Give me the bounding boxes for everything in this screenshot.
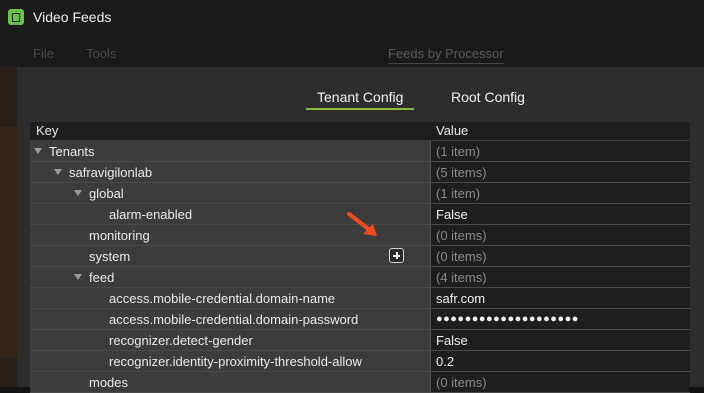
- config-tree-grid: Key Value Tenants (1 item) safravigilonl…: [30, 122, 690, 393]
- tree-row-global[interactable]: global (1 item): [30, 183, 690, 204]
- row-key: recognizer.identity-proximity-threshold-…: [109, 354, 362, 369]
- row-value-password[interactable]: ●●●●●●●●●●●●●●●●●●●●: [436, 313, 579, 325]
- row-value[interactable]: 0.2: [436, 354, 454, 369]
- row-value[interactable]: False: [436, 333, 468, 348]
- tab-root-config[interactable]: Root Config: [451, 89, 525, 105]
- row-key: alarm-enabled: [109, 207, 193, 222]
- column-header-value[interactable]: Value: [436, 123, 468, 138]
- row-value: (0 items): [436, 249, 487, 264]
- expand-triangle-icon[interactable]: [74, 190, 82, 196]
- row-key: modes: [89, 375, 129, 390]
- tree-row-tenants[interactable]: Tenants (1 item): [30, 141, 690, 162]
- row-value: (5 items): [436, 165, 487, 180]
- tree-row-feed[interactable]: feed (4 items): [30, 267, 690, 288]
- tree-row-domain-password[interactable]: access.mobile-credential.domain-password…: [30, 309, 690, 330]
- column-header-key[interactable]: Key: [36, 123, 58, 138]
- tree-row-system[interactable]: system (0 items): [30, 246, 690, 267]
- tree-row-proximity-threshold[interactable]: recognizer.identity-proximity-threshold-…: [30, 351, 690, 372]
- tab-feeds-by-processor[interactable]: Feeds by Processor: [388, 46, 504, 64]
- row-key: global: [89, 186, 124, 201]
- row-value[interactable]: safr.com: [436, 291, 485, 306]
- row-key: access.mobile-credential.domain-name: [109, 291, 336, 306]
- window-title: Video Feeds: [33, 9, 112, 25]
- row-key: access.mobile-credential.domain-password: [109, 312, 359, 327]
- expand-triangle-icon[interactable]: [74, 274, 82, 280]
- red-arrow-icon: [347, 212, 377, 236]
- row-value: (1 item): [436, 144, 481, 159]
- tree-row-domain-name[interactable]: access.mobile-credential.domain-name saf…: [30, 288, 690, 309]
- expand-triangle-icon[interactable]: [54, 169, 62, 175]
- row-value: (0 items): [436, 228, 487, 243]
- tree-row-safravigilonlab[interactable]: safravigilonlab (5 items): [30, 162, 690, 183]
- expand-triangle-icon[interactable]: [34, 148, 42, 154]
- row-key: feed: [89, 270, 115, 285]
- tab-tenant-config[interactable]: Tenant Config: [317, 89, 403, 105]
- row-key: system: [89, 249, 131, 264]
- menu-bar: File Tools Feeds by Processor: [0, 34, 704, 67]
- add-item-button[interactable]: [389, 248, 404, 263]
- row-key: safravigilonlab: [69, 165, 153, 180]
- app-icon: [8, 9, 24, 25]
- tree-row-modes[interactable]: modes (0 items): [30, 372, 690, 393]
- row-key: monitoring: [89, 228, 150, 243]
- row-key: Tenants: [49, 144, 95, 159]
- tree-row-detect-gender[interactable]: recognizer.detect-gender False: [30, 330, 690, 351]
- row-value: (4 items): [436, 270, 487, 285]
- menu-file[interactable]: File: [33, 46, 54, 61]
- menu-tools[interactable]: Tools: [86, 46, 116, 61]
- background-panel: [0, 67, 17, 387]
- row-value: (0 items): [436, 375, 487, 390]
- title-bar: Video Feeds: [0, 0, 704, 34]
- grid-header: Key Value: [30, 122, 690, 141]
- row-value: (1 item): [436, 186, 481, 201]
- row-key: recognizer.detect-gender: [109, 333, 253, 348]
- row-value[interactable]: False: [436, 207, 468, 222]
- selected-tab-indicator: [306, 108, 414, 110]
